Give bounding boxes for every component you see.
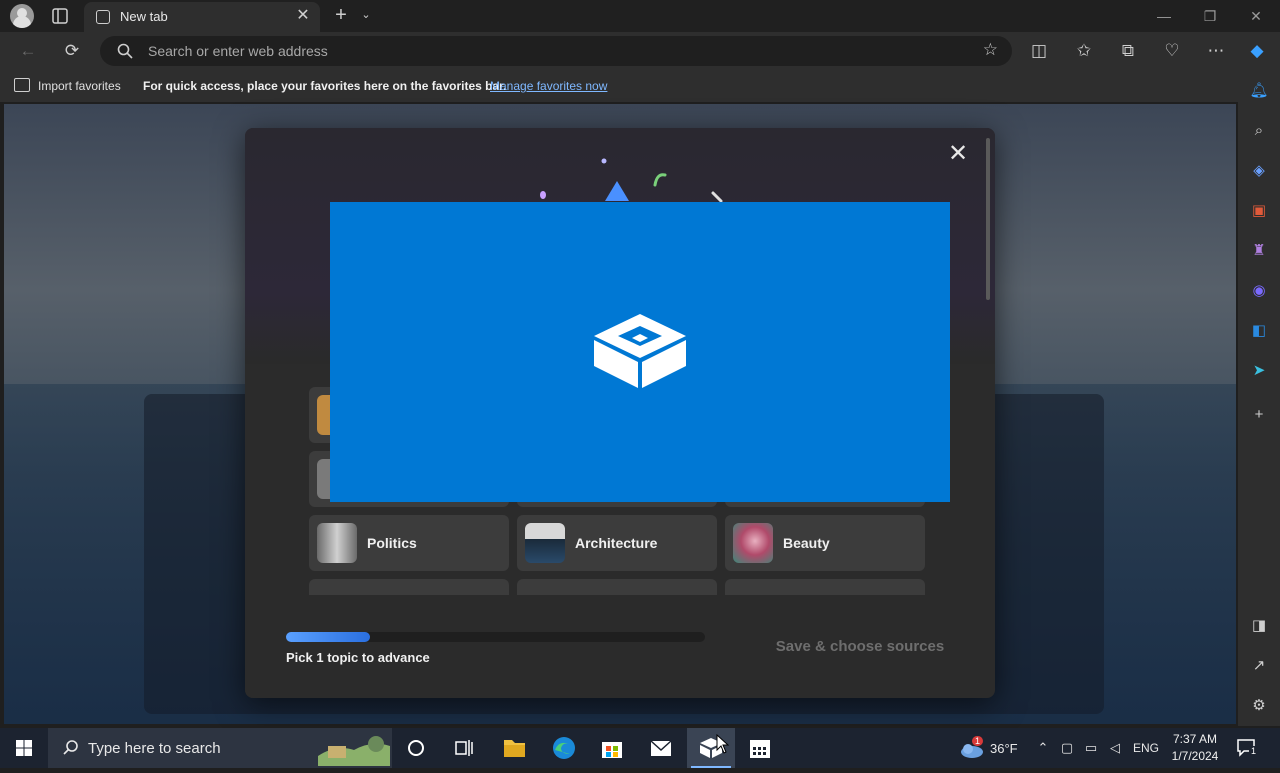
app-box-logo-icon	[594, 314, 686, 388]
app-splash-screen	[330, 202, 950, 502]
add-sidebar-app-icon[interactable]: +	[1248, 404, 1270, 426]
topic-card-beauty[interactable]: Beauty	[725, 515, 925, 571]
open-external-icon[interactable]: ↗	[1248, 655, 1270, 677]
search-highlight-illustration	[318, 736, 390, 766]
input-language[interactable]: ENG	[1133, 741, 1159, 755]
topic-thumbnail	[733, 523, 773, 563]
back-arrow-icon[interactable]: ←	[17, 40, 39, 62]
close-tab-icon[interactable]: ✕	[294, 7, 312, 25]
minimize-button[interactable]: —	[1154, 6, 1174, 26]
search-icon	[63, 740, 78, 755]
edge-sidebar: 🔔︎ ⌕ ◈ ▣ ♜ ◉ ◧ ➤ + ◨ ↗ ⚙	[1238, 70, 1280, 726]
address-bar[interactable]: Search or enter web address ☆	[100, 36, 1012, 66]
import-favorites-icon	[14, 78, 30, 92]
windows-logo-icon	[16, 740, 32, 756]
settings-more-icon[interactable]: ⋯	[1205, 40, 1227, 62]
clock-time[interactable]: 7:37 AM	[1168, 732, 1222, 746]
task-view-button[interactable]	[440, 728, 488, 768]
search-icon	[117, 43, 133, 59]
topic-label: Architecture	[575, 535, 658, 551]
windows-taskbar: Type here to search 1 36°F ⌃ ▢ ▭ ◁ ENG 7…	[0, 728, 1280, 768]
cortana-circle-icon	[408, 740, 424, 756]
weather-temperature[interactable]: 36°F	[990, 741, 1018, 756]
new-tab-button[interactable]: +	[331, 5, 351, 25]
search-icon[interactable]: ⌕	[1248, 120, 1270, 142]
notification-bell-icon[interactable]: 🔔︎	[1248, 80, 1270, 102]
profile-avatar[interactable]	[10, 4, 34, 28]
weather-badge: 1	[972, 736, 984, 746]
taskbar-search-box[interactable]: Type here to search	[48, 728, 392, 768]
mail-envelope-icon	[650, 740, 672, 756]
outlook-icon[interactable]: ◧	[1248, 320, 1270, 342]
progress-fill	[286, 632, 370, 642]
taskbar-calendar[interactable]	[736, 728, 784, 768]
sidebar-settings-gear-icon[interactable]: ⚙	[1248, 695, 1270, 717]
import-favorites-button[interactable]: Import favorites	[38, 79, 121, 93]
topic-card[interactable]	[725, 579, 925, 595]
mouse-cursor-icon	[716, 734, 730, 754]
add-favorite-star-icon[interactable]: ☆	[983, 40, 998, 60]
new-tab-page-icon	[96, 10, 110, 24]
tab-list-chevron-icon[interactable]: ⌄	[358, 8, 374, 24]
refresh-icon[interactable]: ⟳	[61, 40, 83, 62]
close-dialog-icon[interactable]: ✕	[946, 142, 970, 166]
topic-label: Beauty	[783, 535, 830, 551]
games-chess-icon[interactable]: ♜	[1248, 240, 1270, 262]
close-window-button[interactable]: ✕	[1246, 6, 1266, 26]
tab-actions-icon[interactable]	[50, 6, 70, 26]
favorites-bar: Import favorites For quick access, place…	[0, 70, 1280, 102]
topic-card[interactable]	[309, 579, 509, 595]
taskbar-file-explorer[interactable]	[490, 728, 538, 768]
split-screen-icon[interactable]: ◫	[1028, 40, 1050, 62]
progress-bar	[286, 632, 705, 642]
taskbar-edge[interactable]	[540, 728, 588, 768]
cortana-button[interactable]	[392, 728, 440, 768]
browser-toolbar: ← ⟳ Search or enter web address ☆ ◫ ✩ ⧉ …	[0, 32, 1280, 70]
taskbar-store[interactable]	[588, 728, 636, 768]
taskbar-search-placeholder: Type here to search	[88, 740, 221, 757]
folder-icon	[504, 740, 525, 757]
title-bar: New tab ✕ + ⌄ — ❐ ✕	[0, 0, 1280, 32]
network-icon[interactable]: ▭	[1083, 740, 1099, 756]
drop-send-icon[interactable]: ➤	[1248, 360, 1270, 382]
topic-thumbnail	[317, 523, 357, 563]
topic-row-clipped	[309, 579, 925, 595]
topic-thumbnail	[525, 523, 565, 563]
favorites-icon[interactable]: ✩	[1073, 40, 1095, 62]
copilot-icon[interactable]: ◆	[1246, 40, 1268, 62]
dialog-scrollbar[interactable]	[986, 138, 990, 300]
clock-date[interactable]: 1/7/2024	[1168, 749, 1222, 763]
restore-button[interactable]: ❐	[1200, 6, 1220, 26]
topic-card-architecture[interactable]: Architecture	[517, 515, 717, 571]
hide-sidebar-icon[interactable]: ◨	[1248, 615, 1270, 637]
collections-icon[interactable]: ⧉	[1117, 40, 1139, 62]
task-view-icon	[455, 740, 473, 756]
volume-muted-icon[interactable]: ◁	[1107, 740, 1123, 756]
address-placeholder: Search or enter web address	[148, 43, 328, 59]
topic-card[interactable]	[517, 579, 717, 595]
notification-count: 1	[1249, 746, 1259, 756]
microsoft-365-icon[interactable]: ◉	[1248, 280, 1270, 302]
taskbar-mail[interactable]	[637, 728, 685, 768]
favorites-bar-message: For quick access, place your favorites h…	[143, 79, 507, 93]
meet-now-icon[interactable]: ▢	[1059, 740, 1075, 756]
tab-new-tab[interactable]: New tab ✕	[84, 2, 320, 32]
tools-briefcase-icon[interactable]: ▣	[1248, 200, 1270, 222]
browser-essentials-icon[interactable]: ♡	[1161, 40, 1183, 62]
topic-card-politics[interactable]: Politics	[309, 515, 509, 571]
progress-instruction: Pick 1 topic to advance	[286, 650, 430, 665]
shopping-tag-icon[interactable]: ◈	[1248, 160, 1270, 182]
start-button[interactable]	[0, 728, 48, 768]
tab-title: New tab	[120, 9, 168, 24]
store-bag-icon	[602, 742, 622, 758]
save-and-choose-sources-button[interactable]: Save & choose sources	[765, 628, 955, 666]
edge-icon	[553, 737, 575, 759]
show-hidden-icons-chevron-icon[interactable]: ⌃	[1035, 740, 1051, 756]
topic-label: Politics	[367, 535, 417, 551]
calendar-icon	[750, 740, 770, 758]
manage-favorites-link[interactable]: Manage favorites now	[490, 79, 607, 93]
action-center-button[interactable]: 1	[1236, 738, 1259, 758]
